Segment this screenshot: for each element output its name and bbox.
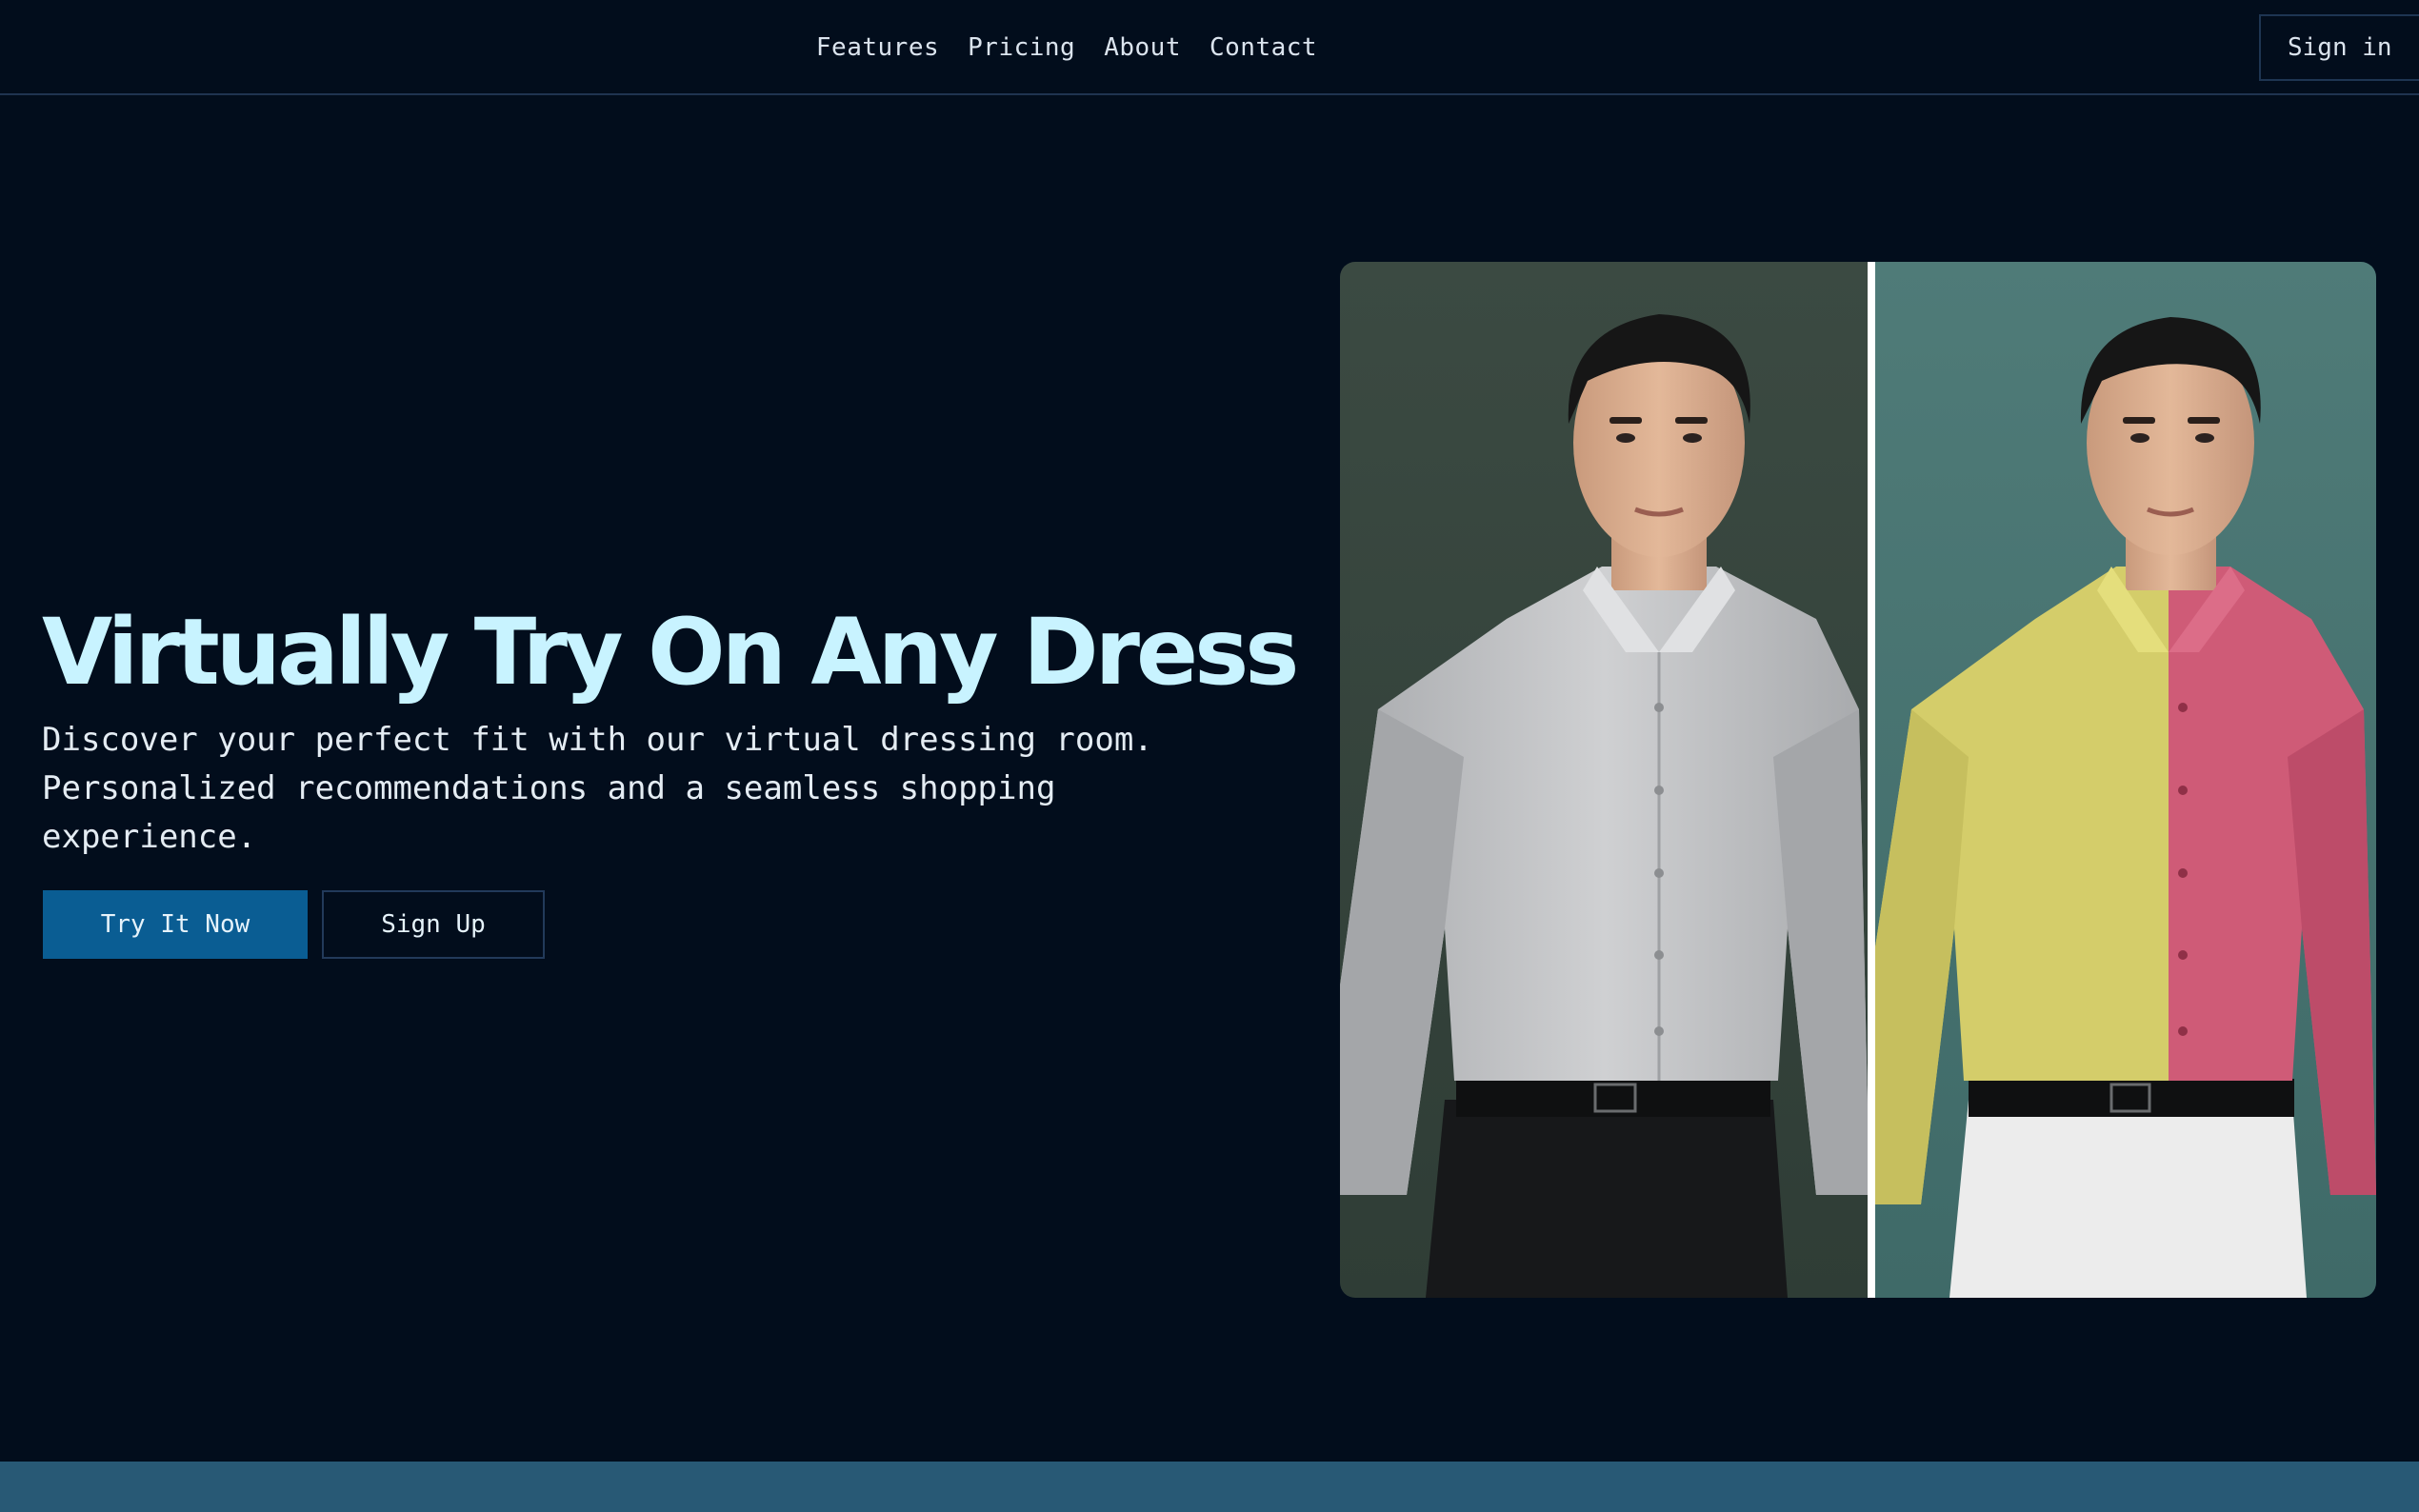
after-panel — [1875, 262, 2376, 1298]
try-it-now-button[interactable]: Try It Now — [43, 890, 308, 959]
navbar: Features Pricing About Contact Sign in — [0, 0, 2419, 95]
nav-link-features[interactable]: Features — [816, 33, 939, 62]
before-panel — [1340, 262, 1869, 1298]
nav-links: Features Pricing About Contact — [0, 0, 2419, 95]
hero-description: Discover your perfect fit with our virtu… — [42, 721, 1153, 856]
comparison-divider[interactable] — [1868, 262, 1875, 1298]
nav-link-about[interactable]: About — [1104, 33, 1181, 62]
nav-link-pricing[interactable]: Pricing — [968, 33, 1075, 62]
sign-in-button[interactable]: Sign in — [2259, 14, 2419, 81]
nav-link-contact[interactable]: Contact — [1210, 33, 1317, 62]
hero-title: Virtually Try On Any Dress — [42, 599, 1299, 706]
before-after-comparison — [1340, 262, 2376, 1298]
next-section-strip — [0, 1462, 2419, 1512]
sign-up-button[interactable]: Sign Up — [322, 890, 545, 959]
